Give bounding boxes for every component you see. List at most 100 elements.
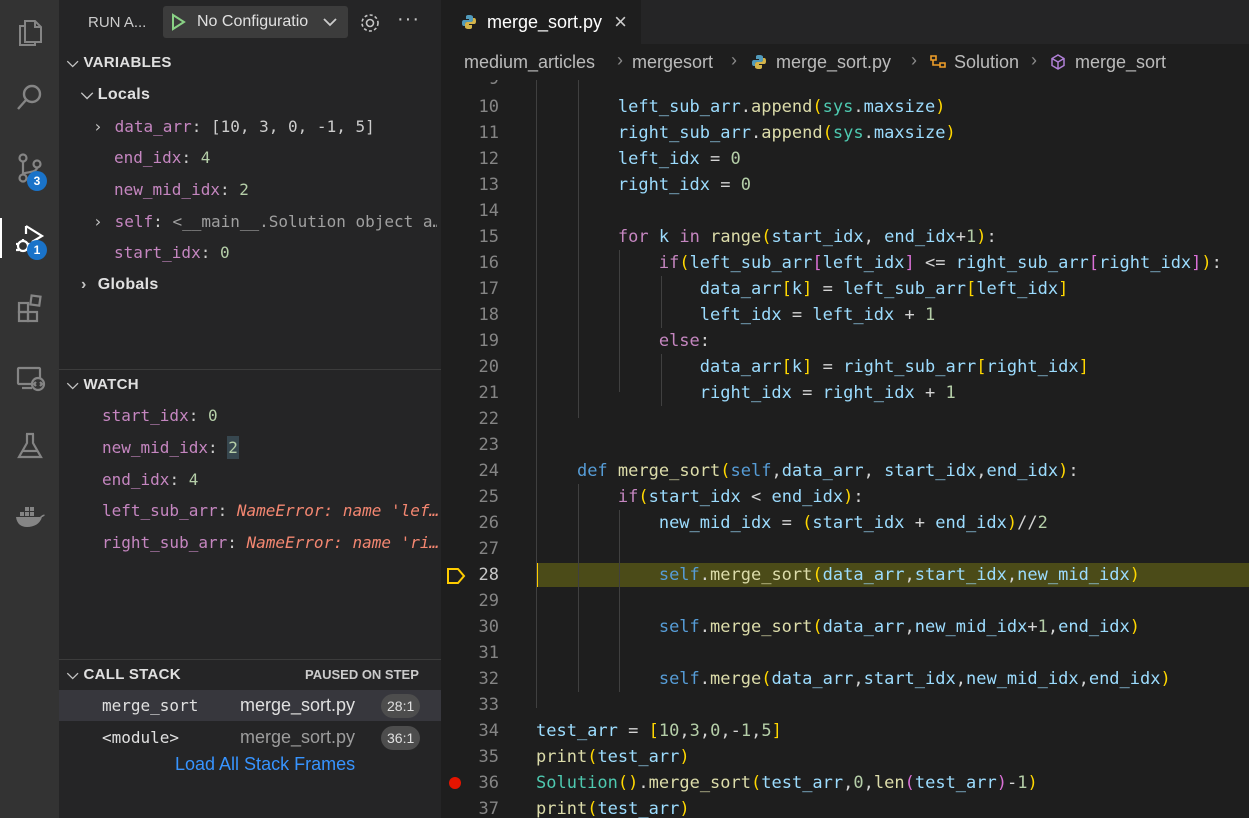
chevron-right-icon: › xyxy=(81,276,87,293)
line-number: 33 xyxy=(478,695,499,715)
line-number: 25 xyxy=(478,487,499,507)
globals-scope[interactable]: › Globals xyxy=(81,276,159,294)
variables-title: VARIABLES xyxy=(83,54,172,71)
class-symbol-icon xyxy=(930,55,946,68)
start-debugging-icon[interactable] xyxy=(169,13,187,31)
code-line: left_sub_arr.append(sys.maxsize) xyxy=(617,97,946,117)
line-number: 22 xyxy=(478,409,499,429)
code-line: test_arr = [10,3,0,-1,5] xyxy=(536,721,782,741)
chevron-right-icon: › xyxy=(911,50,917,70)
code-line: if(start_idx < end_idx): xyxy=(617,487,864,507)
locals-scope[interactable]: ⌵ Locals xyxy=(81,86,150,104)
line-number: 31 xyxy=(478,643,499,663)
variable-item[interactable]: › self: <__main__.Solution object a… xyxy=(93,212,437,231)
section-divider xyxy=(59,369,441,370)
call-stack-title: CALL STACK xyxy=(83,666,181,683)
chevron-right-icon: › xyxy=(1031,50,1037,70)
globals-label: Globals xyxy=(97,276,159,293)
breadcrumb-item-class[interactable]: Solution xyxy=(954,52,1019,73)
docker-icon[interactable] xyxy=(0,490,59,542)
line-number: 24 xyxy=(478,461,499,481)
code-editor[interactable]: 9 10 11 12 13 14 15 16 17 18 19 20 21 22… xyxy=(441,80,1249,818)
explorer-icon[interactable] xyxy=(0,6,59,58)
breadcrumb-item-method[interactable]: merge_sort xyxy=(1075,52,1166,73)
line-number: 29 xyxy=(478,591,499,611)
chevron-down-icon: ⌵ xyxy=(67,54,79,71)
watch-error: NameError: name 'lef… xyxy=(236,501,440,520)
variable-name: new_mid_idx xyxy=(114,180,220,199)
chevron-right-icon: › xyxy=(731,50,737,70)
code-line: right_sub_arr.append(sys.maxsize) xyxy=(617,123,956,143)
watch-name: new_mid_idx xyxy=(102,438,208,457)
debug-badge: 1 xyxy=(27,240,47,260)
more-actions-icon[interactable]: ··· xyxy=(397,8,420,31)
breadcrumb-item-folder[interactable]: medium_articles xyxy=(464,52,595,73)
watch-name: left_sub_arr xyxy=(102,501,218,520)
stack-frame-name: merge_sort xyxy=(102,696,199,715)
watch-item[interactable]: end_idx: 4 xyxy=(102,470,198,489)
variable-value: 2 xyxy=(239,180,249,199)
variable-value: 0 xyxy=(219,243,230,262)
breadcrumb-item-file[interactable]: merge_sort.py xyxy=(776,52,891,73)
line-number: 10 xyxy=(478,97,499,117)
watch-name: right_sub_arr xyxy=(102,533,228,552)
variable-item[interactable]: new_mid_idx: 2 xyxy=(114,180,249,199)
close-icon[interactable]: × xyxy=(614,9,627,35)
code-line: data_arr[k] = right_sub_arr[right_idx] xyxy=(699,357,1089,377)
line-number: 26 xyxy=(478,513,499,533)
line-number: 18 xyxy=(478,305,499,325)
call-stack-section-header[interactable]: ⌵ CALL STACK xyxy=(67,666,181,683)
watch-value: 2 xyxy=(227,436,239,459)
load-all-stack-frames-link[interactable]: Load All Stack Frames xyxy=(175,754,355,775)
line-number: 30 xyxy=(478,617,499,637)
watch-item[interactable]: start_idx: 0 xyxy=(102,406,218,425)
watch-section-header[interactable]: ⌵ WATCH xyxy=(67,376,139,393)
watch-title: WATCH xyxy=(83,376,139,393)
gear-icon[interactable] xyxy=(359,12,381,34)
python-file-icon xyxy=(752,55,766,69)
code-line: else: xyxy=(658,331,711,351)
variable-item[interactable]: › data_arr: [10, 3, 0, -1, 5] xyxy=(93,117,375,136)
code-line: self.merge(data_arr,start_idx,new_mid_id… xyxy=(658,669,1171,689)
watch-item[interactable]: right_sub_arr: NameError: name 'ri… xyxy=(102,533,439,552)
line-number: 34 xyxy=(478,721,499,741)
watch-item[interactable]: new_mid_idx: 2 xyxy=(102,436,239,459)
variable-value: [10, 3, 0, -1, 5] xyxy=(210,117,375,136)
line-number: 35 xyxy=(478,747,499,767)
tab-label: merge_sort.py xyxy=(487,11,603,32)
variables-section-header[interactable]: ⌵ VARIABLES xyxy=(67,54,172,71)
line-number: 15 xyxy=(478,227,499,247)
code-line: left_idx = 0 xyxy=(617,149,741,169)
breadcrumb-item-folder[interactable]: mergesort xyxy=(632,52,713,73)
search-icon[interactable] xyxy=(0,72,59,124)
chevron-down-icon: ⌵ xyxy=(67,376,79,393)
paused-status: PAUSED ON STEP xyxy=(305,667,419,682)
line-number: 13 xyxy=(478,175,499,195)
code-line: self.merge_sort(data_arr,new_mid_idx+1,e… xyxy=(658,617,1141,637)
remote-explorer-icon[interactable] xyxy=(0,352,59,404)
code-line: for k in range(start_idx, end_idx+1): xyxy=(617,227,997,247)
stack-frame-position: 28:1 xyxy=(381,694,421,718)
breadcrumb: medium_articles › mergesort › merge_sort… xyxy=(441,44,1249,80)
chevron-down-icon: ⌵ xyxy=(67,666,79,683)
code-line: data_arr[k] = left_sub_arr[left_idx] xyxy=(699,279,1069,299)
testing-icon[interactable] xyxy=(0,420,59,472)
line-number-current: 28 xyxy=(478,565,499,585)
line-number: 37 xyxy=(478,799,499,818)
line-number: 14 xyxy=(478,201,499,221)
tab-merge-sort-py[interactable]: merge_sort.py × xyxy=(441,0,641,44)
variable-item[interactable]: start_idx: 0 xyxy=(114,243,230,262)
variable-name: end_idx xyxy=(114,148,182,167)
variable-name: data_arr xyxy=(114,117,192,136)
chevron-right-icon: › xyxy=(93,117,103,136)
variable-item[interactable]: end_idx: 4 xyxy=(114,148,210,167)
watch-item[interactable]: left_sub_arr: NameError: name 'lef… xyxy=(102,501,439,520)
configuration-dropdown[interactable]: No Configuratio xyxy=(163,6,348,38)
watch-name: start_idx xyxy=(102,406,189,425)
line-number: 23 xyxy=(478,435,499,455)
chevron-right-icon: › xyxy=(617,50,623,70)
extensions-icon[interactable] xyxy=(0,282,59,334)
code-line: right_idx = 0 xyxy=(617,175,751,195)
variable-name: self xyxy=(114,212,154,231)
line-number: 12 xyxy=(478,149,499,169)
